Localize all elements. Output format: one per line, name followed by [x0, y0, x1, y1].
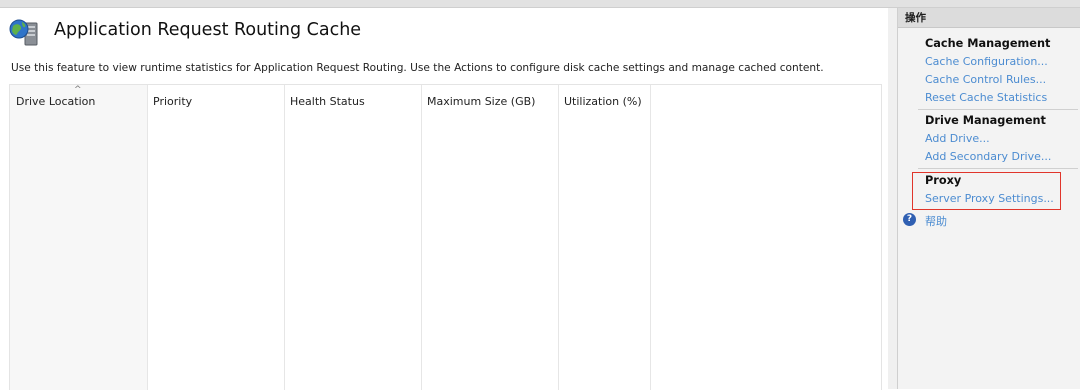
column-header-drive-location[interactable]: Drive Location	[16, 95, 95, 108]
column-drive-location[interactable]: ^ Drive Location	[10, 85, 148, 390]
globe-server-icon	[9, 19, 38, 46]
pane-splitter[interactable]	[888, 8, 897, 389]
column-header-utilization[interactable]: Utilization (%)	[564, 95, 642, 108]
section-divider	[918, 168, 1078, 169]
section-divider	[918, 109, 1078, 110]
page-description: Use this feature to view runtime statist…	[11, 62, 824, 74]
column-header-priority[interactable]: Priority	[153, 95, 192, 108]
column-maximum-size[interactable]: Maximum Size (GB)	[421, 85, 559, 390]
cache-drives-table[interactable]: ^ Drive Location Priority Health Status …	[9, 84, 882, 390]
section-title-drive-management: Drive Management	[925, 114, 1046, 127]
help-icon[interactable]: ?	[903, 213, 916, 226]
section-title-cache-management: Cache Management	[925, 37, 1051, 50]
actions-pane-header: 操作	[898, 8, 1080, 28]
window-top-border	[0, 0, 1080, 8]
help-link[interactable]: 帮助	[925, 213, 947, 229]
column-health-status[interactable]: Health Status	[284, 85, 422, 390]
reset-cache-statistics-link[interactable]: Reset Cache Statistics	[925, 91, 1047, 104]
feature-pane: Application Request Routing Cache Use th…	[0, 8, 889, 390]
column-priority[interactable]: Priority	[147, 85, 285, 390]
page-title: Application Request Routing Cache	[54, 20, 362, 40]
proxy-highlight-box	[912, 172, 1061, 210]
add-drive-link[interactable]: Add Drive...	[925, 132, 990, 145]
cache-control-rules-link[interactable]: Cache Control Rules...	[925, 73, 1046, 86]
column-utilization[interactable]: Utilization (%)	[558, 85, 651, 390]
column-header-maximum-size[interactable]: Maximum Size (GB)	[427, 95, 535, 108]
cache-configuration-link[interactable]: Cache Configuration...	[925, 55, 1048, 68]
sort-ascending-icon: ^	[74, 85, 82, 95]
add-secondary-drive-link[interactable]: Add Secondary Drive...	[925, 150, 1051, 163]
column-header-health-status[interactable]: Health Status	[290, 95, 365, 108]
